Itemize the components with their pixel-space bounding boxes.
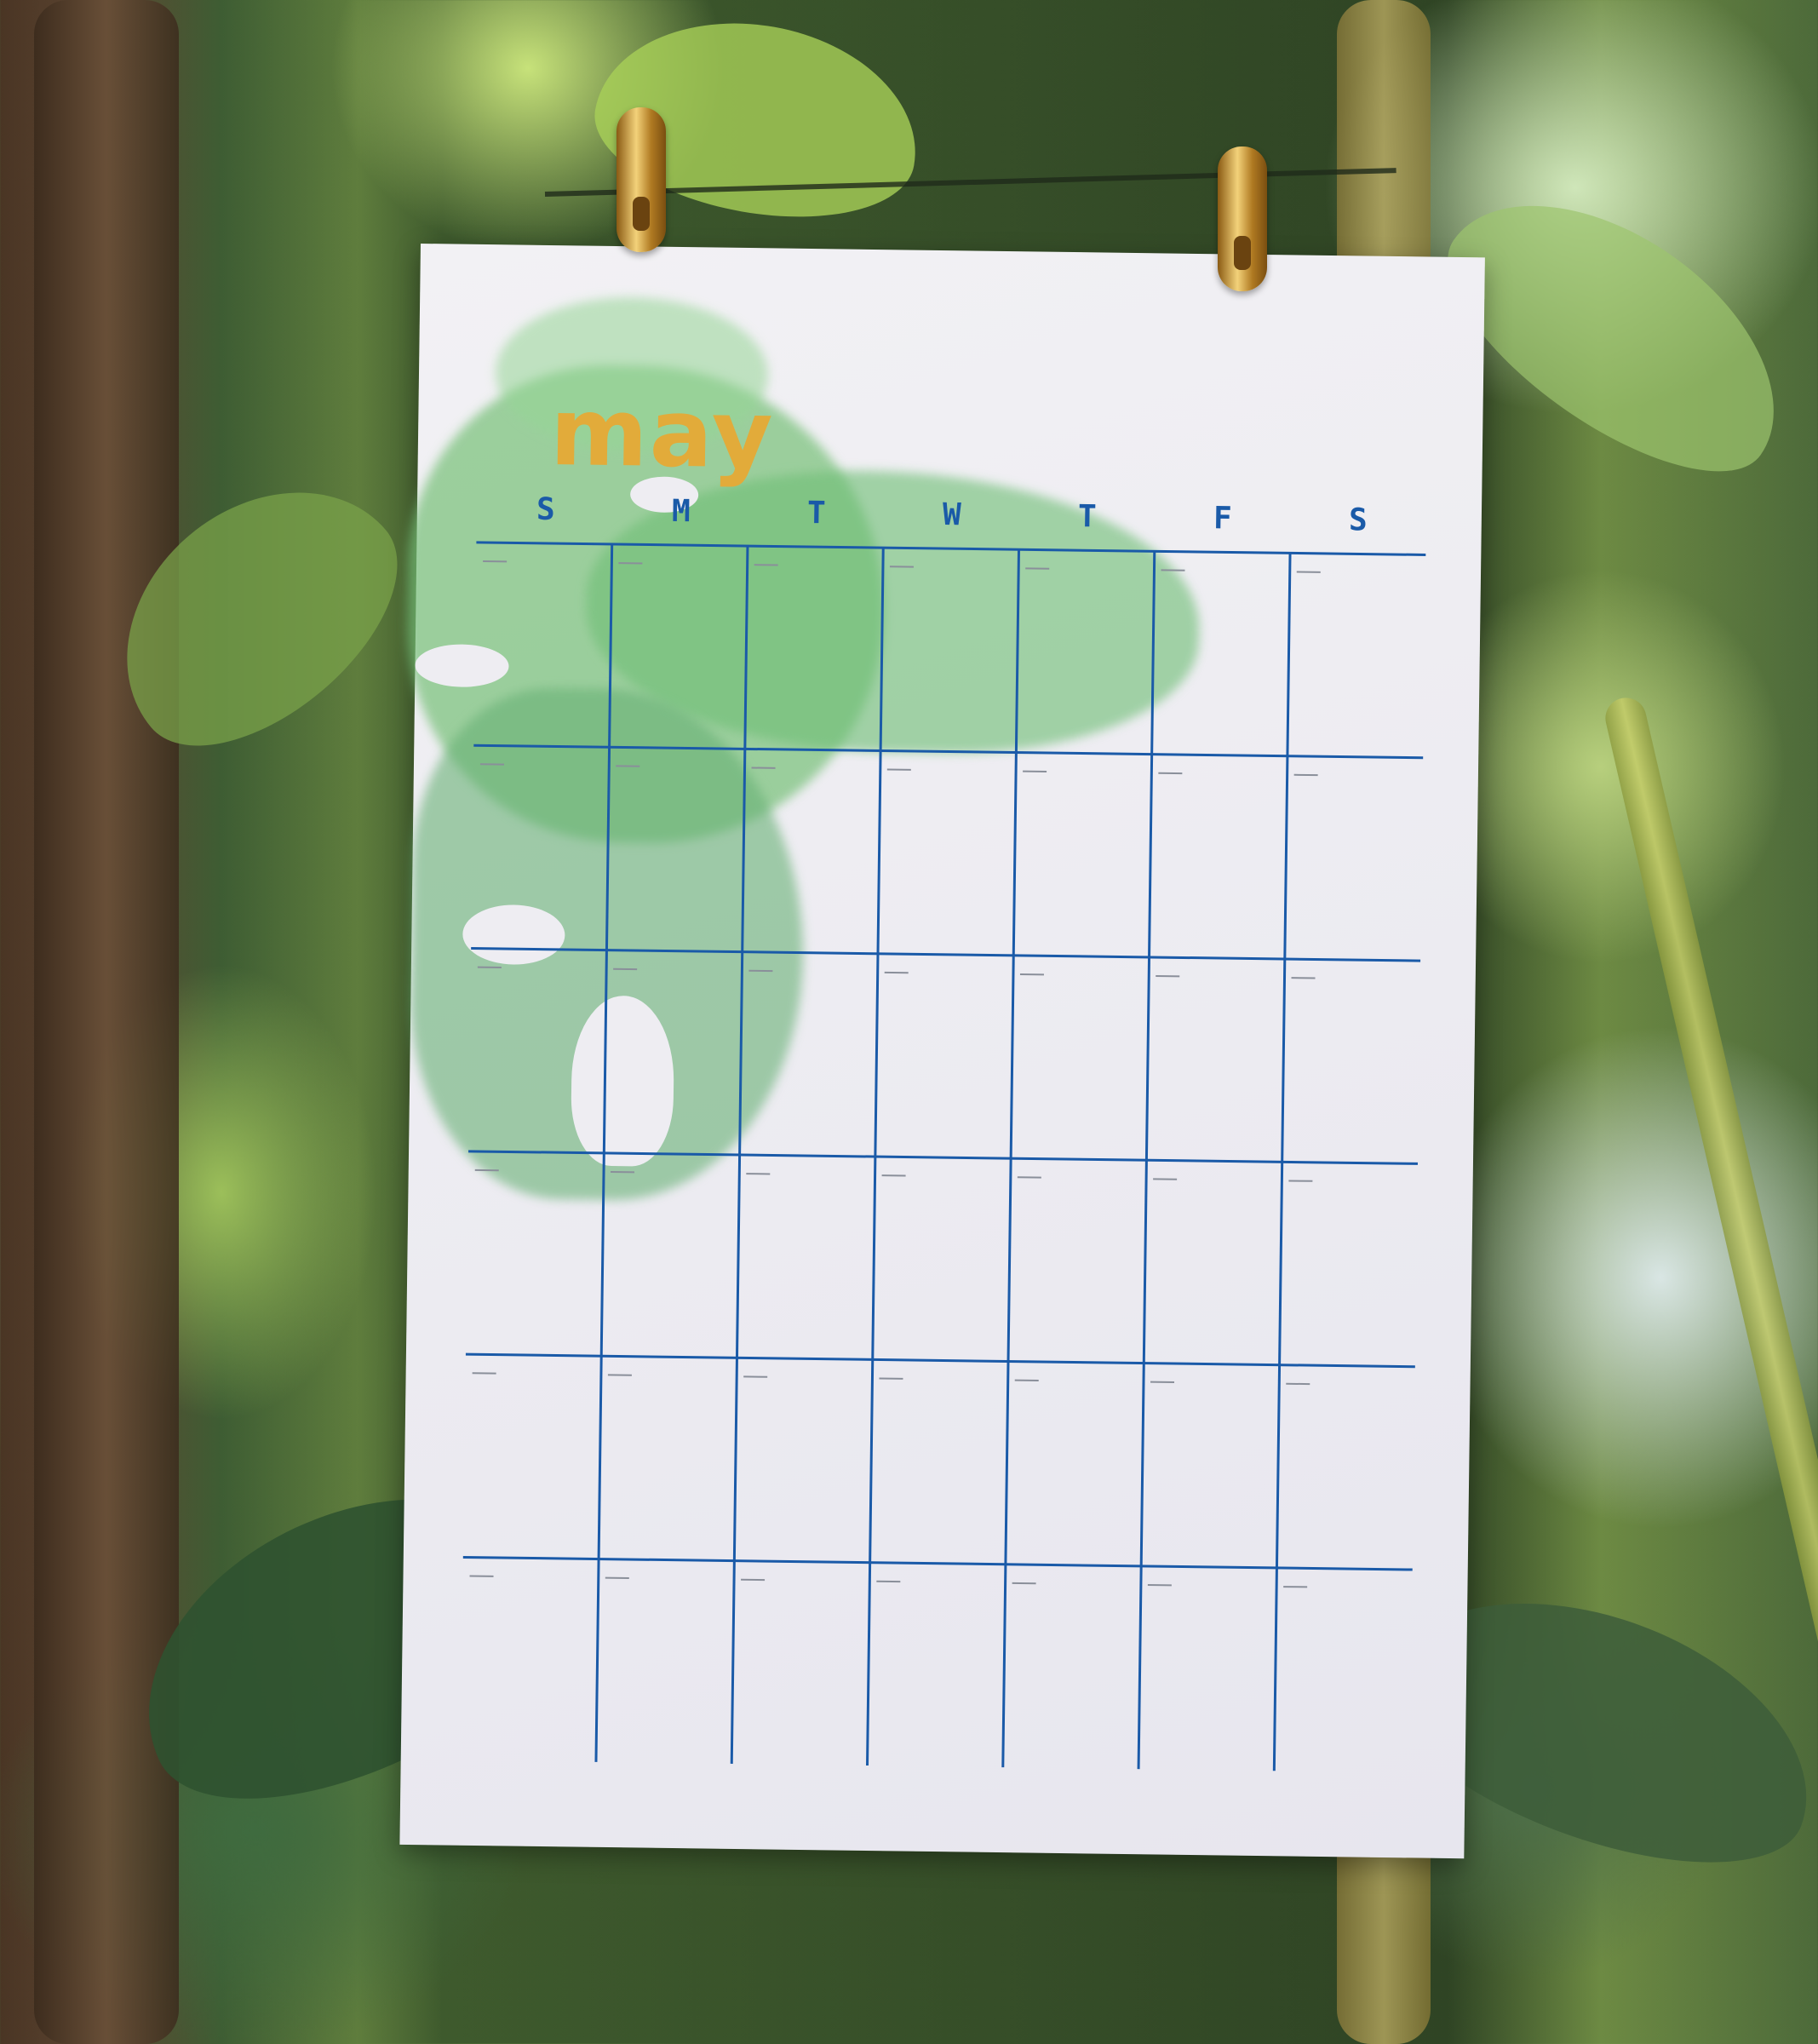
gold-binder-clip-icon — [617, 107, 666, 252]
grid-row-line — [476, 541, 1426, 556]
calendar-grid — [462, 541, 1426, 1771]
grid-row-line — [471, 947, 1421, 962]
calendar-page: may S M T W T F S — [399, 244, 1485, 1859]
grid-row-line — [465, 1352, 1415, 1369]
grid-row-line — [462, 1555, 1413, 1571]
grid-row-line — [473, 744, 1424, 760]
gold-binder-clip-icon — [1218, 146, 1267, 291]
grid-row-line — [468, 1150, 1418, 1165]
